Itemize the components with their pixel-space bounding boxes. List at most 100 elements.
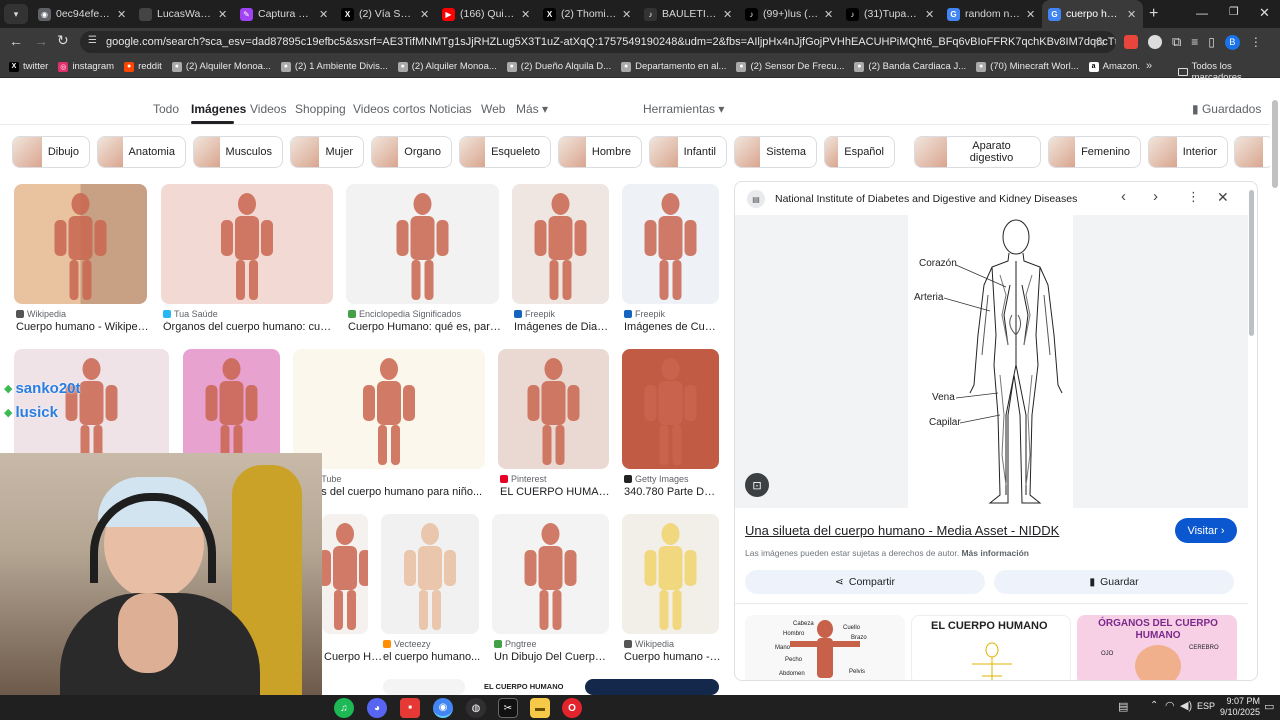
result-source[interactable]: Vecteezy: [383, 639, 431, 649]
result-image[interactable]: [498, 349, 609, 469]
related-image-1[interactable]: Cabeza Hombro Cuello Brazo Pecho Abdomen…: [745, 615, 905, 680]
browser-tab[interactable]: LucasWait - 7F ✕: [133, 0, 234, 28]
tray-app-icon[interactable]: ▤: [1118, 700, 1128, 713]
bookmark-item[interactable]: ● (2) Sensor De Frecu...: [731, 61, 849, 72]
close-tab-icon[interactable]: ✕: [521, 8, 531, 21]
preview-image[interactable]: Corazón Arteria Vena Capilar: [908, 215, 1073, 508]
result-image[interactable]: [381, 514, 479, 634]
result-title[interactable]: Partes del cuerpo humano para niño...: [295, 486, 487, 498]
close-tab-icon[interactable]: ✕: [420, 8, 430, 21]
result-source[interactable]: Getty Images: [624, 474, 689, 484]
chip-mujer[interactable]: Mujer: [290, 136, 364, 168]
result-title[interactable]: Un Dibujo Del Cuerpo ...: [494, 651, 611, 663]
close-tab-icon[interactable]: ✕: [1127, 8, 1137, 21]
close-window-button[interactable]: ✕: [1259, 5, 1270, 21]
browser-tab[interactable]: Grandom numb ✕: [941, 0, 1042, 28]
page-scrollbar[interactable]: [1272, 100, 1278, 188]
restore-button[interactable]: ❐: [1229, 5, 1239, 18]
lens-search-button[interactable]: ⊡: [745, 473, 769, 497]
panel-scrollbar[interactable]: [1249, 190, 1254, 336]
bookmark-item[interactable]: ● reddit: [119, 61, 167, 72]
result-image[interactable]: [383, 679, 465, 695]
browser-tab[interactable]: ▶ (166) Quién e ✕: [436, 0, 537, 28]
nav-news[interactable]: Noticias: [429, 102, 472, 116]
browser-tab[interactable]: ♪ (31)Tupapi (@ ✕: [840, 0, 941, 28]
bookmark-item[interactable]: ● (2) Banda Cardiaca J...: [849, 61, 971, 72]
chip-dibujo[interactable]: Dibujo: [12, 136, 90, 168]
reload-icon[interactable]: ↻: [57, 32, 69, 49]
nav-all[interactable]: Todo: [153, 102, 179, 116]
result-title[interactable]: Cuerpo humano - ...: [624, 651, 721, 663]
browser-tab[interactable]: ♪ BAULETI HABL ✕: [638, 0, 739, 28]
nav-more[interactable]: Más ▾: [516, 102, 548, 116]
bookmark-item[interactable]: ● (70) Minecraft Worl...: [971, 61, 1084, 72]
close-tab-icon[interactable]: ✕: [824, 8, 834, 21]
opera-icon[interactable]: O: [562, 698, 582, 718]
discord-icon[interactable]: ◕: [367, 698, 387, 718]
result-title[interactable]: Imágenes de Diagr...: [514, 321, 611, 333]
close-tab-icon[interactable]: ✕: [622, 8, 632, 21]
result-image[interactable]: [622, 349, 719, 469]
browser-tab[interactable]: Gcuerpo human ✕: [1042, 0, 1143, 28]
volume-icon[interactable]: ◀): [1180, 699, 1192, 712]
close-tab-icon[interactable]: ✕: [218, 8, 228, 21]
result-title[interactable]: 340.780 Parte Del ...: [624, 486, 721, 498]
close-panel-icon[interactable]: ✕: [1217, 189, 1229, 206]
spotify-icon[interactable]: ♫: [334, 698, 354, 718]
saved-button[interactable]: ▮ Guardados: [1192, 102, 1261, 116]
browser-tab[interactable]: ✎ Captura de pa ✕: [234, 0, 335, 28]
profile-avatar[interactable]: B: [1224, 34, 1240, 50]
result-title[interactable]: EL CUERPO HUMAN...: [500, 486, 611, 498]
browser-tab[interactable]: ◉ 0ec94efebfa3f ✕: [32, 0, 133, 28]
nav-short-videos[interactable]: Videos cortos: [353, 102, 426, 116]
result-title[interactable]: Cuerpo Hu...: [324, 651, 384, 663]
result-image[interactable]: [14, 184, 147, 304]
nav-shopping[interactable]: Shopping: [295, 102, 346, 116]
tools-button[interactable]: Herramientas ▾: [643, 102, 724, 116]
result-source[interactable]: Enciclopedia Significados: [348, 309, 461, 319]
result-source[interactable]: Pinterest: [500, 474, 547, 484]
result-source[interactable]: Wikipedia: [16, 309, 66, 319]
bookmark-item[interactable]: Xtwitter: [4, 61, 53, 72]
result-title[interactable]: Cuerpo humano - Wikipedia,...: [16, 321, 149, 333]
chip-aparato-digestivo[interactable]: Aparato digestivo: [914, 136, 1041, 168]
next-icon[interactable]: ›: [1153, 188, 1158, 205]
bookmark-item[interactable]: ● (2) 1 Ambiente Divis...: [276, 61, 393, 72]
close-tab-icon[interactable]: ✕: [925, 8, 935, 21]
save-button[interactable]: ▮ Guardar: [994, 570, 1234, 594]
close-tab-icon[interactable]: ✕: [117, 8, 127, 21]
related-image-3[interactable]: ÓRGANOS DEL CUERPO HUMANO OJO CEREBRO: [1077, 615, 1237, 680]
capcut-icon[interactable]: ✂: [498, 698, 518, 718]
result-image[interactable]: [492, 514, 609, 634]
extension-icon-2[interactable]: [1148, 35, 1162, 49]
chip-interior[interactable]: Interior: [1148, 136, 1228, 168]
obs-icon[interactable]: ◍: [466, 698, 486, 718]
result-source[interactable]: Tua Saúde: [163, 309, 218, 319]
more-info-link[interactable]: Más información: [961, 548, 1029, 558]
related-image-2[interactable]: EL CUERPO HUMANO: [911, 615, 1071, 680]
address-bar[interactable]: ☰ google.com/search?sca_esv=dad87895c19e…: [80, 31, 1116, 53]
file-explorer-icon[interactable]: ▬: [530, 698, 550, 718]
sidepanel-icon[interactable]: ▯: [1208, 35, 1215, 49]
browser-tab[interactable]: X (2) Vía Szeta e ✕: [335, 0, 436, 28]
minimize-button[interactable]: —: [1196, 6, 1208, 20]
tab-search-button[interactable]: ▾: [4, 4, 28, 24]
result-source[interactable]: Freepik: [624, 309, 665, 319]
result-source[interactable]: Pngtree: [494, 639, 537, 649]
tray-overflow-icon[interactable]: ⌃: [1150, 700, 1158, 711]
browser-tab[interactable]: ♪ (99+)lus (@lus ✕: [739, 0, 840, 28]
puzzle-icon[interactable]: ⧉: [1172, 34, 1181, 50]
chip-hombre[interactable]: Hombre: [558, 136, 642, 168]
panel-source[interactable]: ▤ National Institute of Diabetes and Dig…: [747, 190, 1077, 208]
nav-images[interactable]: Imágenes: [191, 102, 246, 116]
bookmark-item[interactable]: ◎ instagram: [53, 61, 119, 72]
voice-app-icon[interactable]: ■: [400, 698, 420, 718]
chip-organo[interactable]: Organo: [371, 136, 452, 168]
chrome-icon[interactable]: ◉: [433, 698, 453, 718]
result-source[interactable]: Wikipedia: [624, 639, 674, 649]
nav-web[interactable]: Web: [481, 102, 505, 116]
reading-list-icon[interactable]: ≡: [1191, 35, 1198, 49]
back-icon[interactable]: ←: [9, 33, 23, 49]
chip-anatomia[interactable]: Anatomia: [97, 136, 186, 168]
result-image[interactable]: [622, 514, 719, 634]
